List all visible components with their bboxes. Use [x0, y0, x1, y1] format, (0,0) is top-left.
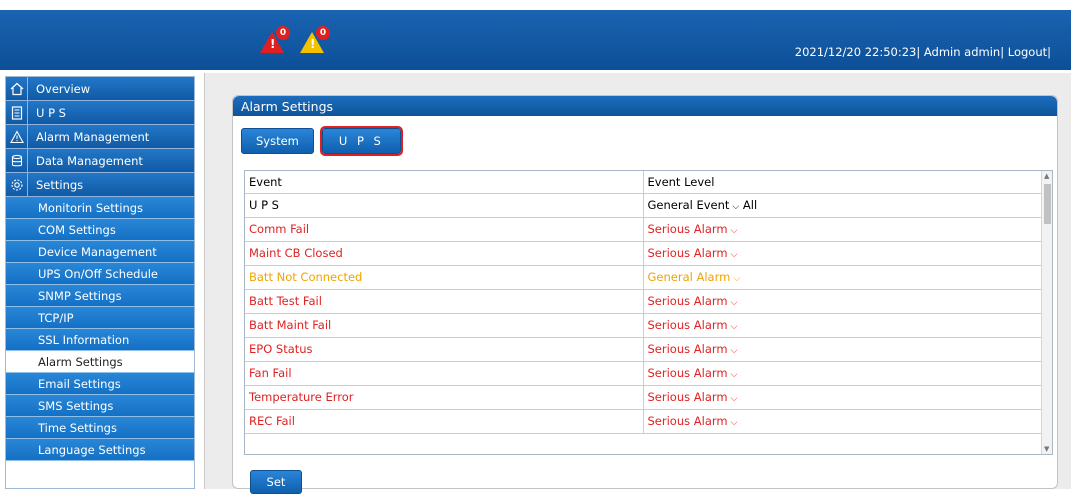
event-level-select[interactable]: Serious Alarm ⌵ — [648, 318, 738, 332]
event-name: REC Fail — [245, 409, 644, 434]
event-level-cell: Serious Alarm ⌵ — [643, 385, 1043, 410]
group-level-select[interactable]: General Event ⌵ — [648, 198, 740, 212]
table-header-row: Event Event Level — [245, 171, 1043, 194]
nav-ssl-information[interactable]: SSL Information — [6, 329, 194, 351]
event-level-select[interactable]: Serious Alarm ⌵ — [648, 414, 738, 428]
warning-icon — [6, 124, 28, 149]
group-event: U P S — [245, 193, 644, 218]
serious-alarm-indicator[interactable]: ! 0 — [260, 26, 290, 53]
database-icon — [6, 148, 28, 173]
event-level-cell: Serious Alarm ⌵ — [643, 313, 1043, 338]
table-row: Batt Test Fail Serious Alarm ⌵ — [245, 289, 1043, 314]
nav-data-management[interactable]: Data Management — [6, 148, 194, 173]
set-button[interactable]: Set — [250, 470, 302, 494]
nav-overview[interactable]: Overview — [6, 77, 194, 101]
gear-icon — [6, 172, 28, 197]
alarm-events-grid: Event Event Level U P S General Event ⌵ A… — [244, 170, 1053, 455]
chevron-down-icon: ⌵ — [730, 298, 738, 308]
logout-link[interactable]: Logout| — [1008, 45, 1051, 59]
nav-time-settings[interactable]: Time Settings — [6, 417, 194, 439]
alarm-settings-panel: Alarm Settings System U P S Event Event … — [232, 95, 1058, 494]
group-row: U P S General Event ⌵ All — [245, 193, 1043, 218]
event-name: Comm Fail — [245, 217, 644, 242]
event-level-select[interactable]: Serious Alarm ⌵ — [648, 390, 738, 404]
event-name: Fan Fail — [245, 361, 644, 386]
table-row: Comm Fail Serious Alarm ⌵ — [245, 217, 1043, 242]
chevron-down-icon: ⌵ — [730, 418, 738, 428]
event-level-select[interactable]: Serious Alarm ⌵ — [648, 294, 738, 308]
chevron-down-icon: ⌵ — [730, 370, 738, 380]
chevron-down-icon: ⌵ — [730, 322, 738, 332]
chevron-down-icon: ⌵ — [730, 394, 738, 404]
chevron-down-icon: ⌵ — [730, 346, 738, 356]
event-level-select[interactable]: Serious Alarm ⌵ — [648, 366, 738, 380]
nav-alarm-management[interactable]: Alarm Management — [6, 124, 194, 149]
chevron-down-icon: ⌵ — [730, 226, 738, 236]
event-name: Temperature Error — [245, 385, 644, 410]
table-row: Batt Maint Fail Serious Alarm ⌵ — [245, 313, 1043, 338]
event-name: Maint CB Closed — [245, 241, 644, 266]
scrollbar-thumb[interactable] — [1044, 184, 1051, 224]
event-level-cell: General Alarm ⌵ — [643, 265, 1043, 290]
nav-com-settings[interactable]: COM Settings — [6, 219, 194, 241]
tab-bar: System U P S — [241, 126, 403, 156]
top-bar: ! 0 ! 0 2021/12/20 22:50:23| Admin admin… — [0, 10, 1071, 70]
event-level-cell: Serious Alarm ⌵ — [643, 361, 1043, 386]
grid-scrollbar[interactable]: ▲ ▼ — [1041, 171, 1052, 454]
table-row: Fan Fail Serious Alarm ⌵ — [245, 361, 1043, 386]
event-level-cell: Serious Alarm ⌵ — [643, 409, 1043, 434]
group-level-cell: General Event ⌵ All — [643, 193, 1043, 218]
event-name: EPO Status — [245, 337, 644, 362]
event-level-cell: Serious Alarm ⌵ — [643, 217, 1043, 242]
event-level-cell: Serious Alarm ⌵ — [643, 289, 1043, 314]
nav-settings[interactable]: Settings — [6, 172, 194, 197]
event-level-select[interactable]: Serious Alarm ⌵ — [648, 342, 738, 356]
chevron-down-icon: ⌵ — [732, 202, 740, 212]
event-level-select[interactable]: General Alarm ⌵ — [648, 270, 741, 284]
table-row: Temperature Error Serious Alarm ⌵ — [245, 385, 1043, 410]
general-alarm-indicator[interactable]: ! 0 — [300, 26, 330, 53]
nav-ups[interactable]: U P S — [6, 100, 194, 125]
chevron-down-icon: ⌵ — [730, 250, 738, 260]
column-header-event-level: Event Level — [643, 171, 1043, 194]
sidebar: Overview U P S Alarm Management Data Man… — [5, 76, 195, 489]
session-info: 2021/12/20 22:50:23| Admin admin| Logout… — [795, 45, 1051, 59]
nav-tcp-ip[interactable]: TCP/IP — [6, 307, 194, 329]
scroll-down-icon[interactable]: ▼ — [1044, 445, 1049, 453]
general-alarm-count: 0 — [316, 26, 330, 40]
group-filter: All — [742, 198, 758, 212]
serious-alarm-count: 0 — [276, 26, 290, 40]
nav-ups-schedule[interactable]: UPS On/Off Schedule — [6, 263, 194, 285]
main-content: Alarm Settings System U P S Event Event … — [204, 73, 1071, 494]
table-row: EPO Status Serious Alarm ⌵ — [245, 337, 1043, 362]
tab-ups[interactable]: U P S — [319, 126, 403, 156]
scroll-up-icon[interactable]: ▲ — [1044, 172, 1049, 180]
table-row: Batt Not Connected General Alarm ⌵ — [245, 265, 1043, 290]
event-name: Batt Not Connected — [245, 265, 644, 290]
ups-icon — [6, 100, 28, 125]
datetime: 2021/12/20 22:50:23| — [794, 45, 921, 59]
nav-sms-settings[interactable]: SMS Settings — [6, 395, 194, 417]
column-header-event: Event — [245, 171, 644, 194]
panel-title: Alarm Settings — [233, 96, 1057, 116]
event-level-select[interactable]: Serious Alarm ⌵ — [648, 246, 738, 260]
nav-device-management[interactable]: Device Management — [6, 241, 194, 263]
nav-language-settings[interactable]: Language Settings — [6, 439, 194, 461]
nav-alarm-settings[interactable]: Alarm Settings — [6, 351, 194, 373]
table-row: Maint CB Closed Serious Alarm ⌵ — [245, 241, 1043, 266]
chevron-down-icon: ⌵ — [733, 274, 741, 284]
username: Admin admin| — [923, 45, 1005, 59]
alarm-indicators: ! 0 ! 0 — [260, 26, 330, 53]
nav-monitoring-settings[interactable]: Monitorin Settings — [6, 197, 194, 219]
event-name: Batt Maint Fail — [245, 313, 644, 338]
tab-system[interactable]: System — [241, 128, 314, 154]
event-level-cell: Serious Alarm ⌵ — [643, 337, 1043, 362]
event-name: Batt Test Fail — [245, 289, 644, 314]
table-row: REC Fail Serious Alarm ⌵ — [245, 409, 1043, 434]
home-icon — [6, 77, 28, 101]
nav-snmp-settings[interactable]: SNMP Settings — [6, 285, 194, 307]
nav-email-settings[interactable]: Email Settings — [6, 373, 194, 395]
event-level-select[interactable]: Serious Alarm ⌵ — [648, 222, 738, 236]
event-level-cell: Serious Alarm ⌵ — [643, 241, 1043, 266]
